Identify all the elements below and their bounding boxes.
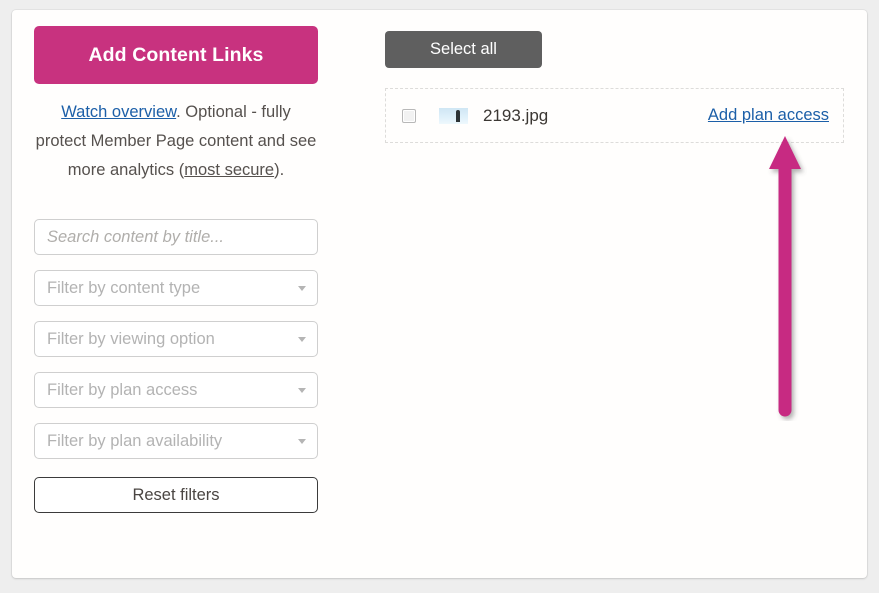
- filters-panel: Add Content Links Watch overview. Option…: [34, 26, 329, 513]
- search-input[interactable]: Search content by title...: [34, 219, 318, 255]
- filter-group: Search content by title... Filter by con…: [34, 219, 329, 513]
- content-links-card: Add Content Links Watch overview. Option…: [12, 10, 867, 578]
- content-list: 2193.jpg Add plan access: [385, 88, 845, 143]
- select-all-button[interactable]: Select all: [385, 31, 542, 68]
- reset-filters-button[interactable]: Reset filters: [34, 477, 318, 513]
- filter-viewing-option-label: Filter by viewing option: [47, 330, 215, 348]
- search-input-placeholder: Search content by title...: [47, 228, 225, 246]
- add-plan-access-link[interactable]: Add plan access: [708, 106, 829, 125]
- filter-plan-access-select[interactable]: Filter by plan access: [34, 372, 318, 408]
- content-filename: 2193.jpg: [483, 105, 549, 125]
- content-thumbnail-icon: [439, 107, 468, 124]
- chevron-down-icon: [298, 337, 306, 342]
- chevron-down-icon: [298, 388, 306, 393]
- help-text: Watch overview. Optional - fully protect…: [34, 98, 318, 185]
- watch-overview-link[interactable]: Watch overview: [61, 103, 176, 121]
- add-content-links-button[interactable]: Add Content Links: [34, 26, 318, 84]
- help-text-segment-2: ).: [274, 161, 285, 179]
- filter-viewing-option-select[interactable]: Filter by viewing option: [34, 321, 318, 357]
- annotation-arrow-up-icon: [769, 136, 801, 417]
- content-list-panel: Select all 2193.jpg Add plan access: [385, 31, 845, 143]
- filter-plan-availability-select[interactable]: Filter by plan availability: [34, 423, 318, 459]
- content-list-row[interactable]: 2193.jpg Add plan access: [385, 88, 844, 143]
- chevron-down-icon: [298, 439, 306, 444]
- row-select-checkbox[interactable]: [402, 108, 416, 123]
- filter-plan-availability-label: Filter by plan availability: [47, 432, 223, 450]
- filter-plan-access-label: Filter by plan access: [47, 381, 198, 399]
- most-secure-link[interactable]: most secure: [184, 161, 274, 179]
- filter-content-type-select[interactable]: Filter by content type: [34, 270, 318, 306]
- chevron-down-icon: [298, 286, 306, 291]
- filter-content-type-label: Filter by content type: [47, 279, 201, 297]
